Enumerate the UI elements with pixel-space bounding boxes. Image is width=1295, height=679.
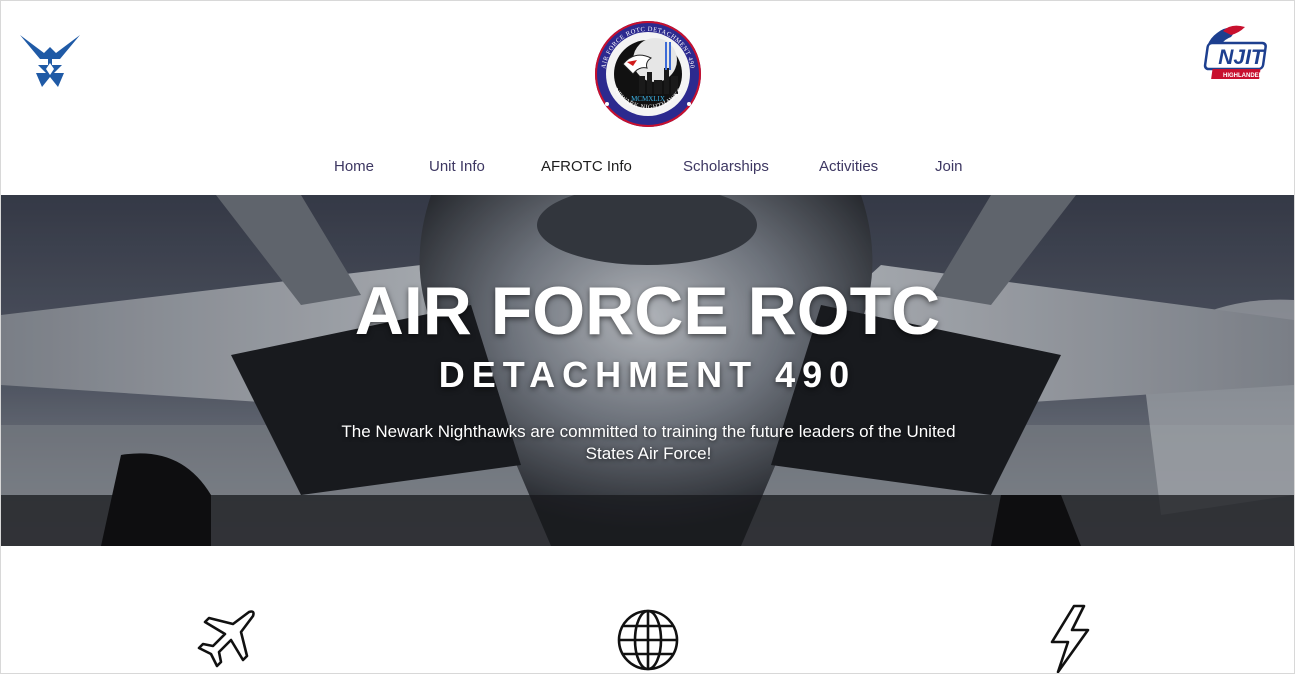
nav-home[interactable]: Home	[334, 158, 374, 175]
nighthawks-patch-icon: MCMXLIX AIR FORCE ROTC DETACHMENT 490 NE…	[595, 21, 701, 127]
nav-scholarships[interactable]: Scholarships	[683, 158, 769, 175]
njit-highlander-icon: NJIT HIGHLANDERS	[1203, 25, 1267, 79]
main-navigation: Home Unit Info AFROTC Info Scholarships …	[0, 158, 1295, 180]
nav-unit-info[interactable]: Unit Info	[429, 158, 485, 175]
njit-wordmark: NJIT	[1218, 46, 1266, 69]
airplane-icon	[191, 604, 261, 674]
patch-center-text: MCMXLIX	[631, 95, 665, 103]
nav-join[interactable]: Join	[935, 158, 963, 175]
air-force-wings-icon	[20, 35, 80, 87]
globe-icon	[616, 604, 686, 674]
lightning-icon	[1040, 604, 1110, 674]
air-force-logo[interactable]	[18, 33, 82, 89]
hero-title: AIR FORCE ROTC	[354, 273, 941, 349]
nav-afrotc-info[interactable]: AFROTC Info	[541, 158, 632, 175]
nav-activities[interactable]: Activities	[819, 158, 878, 175]
njit-highlanders-logo[interactable]: NJIT HIGHLANDERS	[1201, 23, 1275, 85]
njit-highlanders-text: HIGHLANDERS	[1223, 73, 1267, 79]
detachment-490-patch-logo[interactable]: MCMXLIX AIR FORCE ROTC DETACHMENT 490 NE…	[593, 14, 703, 134]
hero-description: The Newark Nighthawks are committed to t…	[341, 422, 956, 463]
hero-banner: DETACHMENT 490 AIR FORCE ROTC The Newark…	[1, 195, 1294, 546]
hero-subtitle: DETACHMENT 490	[438, 354, 857, 395]
